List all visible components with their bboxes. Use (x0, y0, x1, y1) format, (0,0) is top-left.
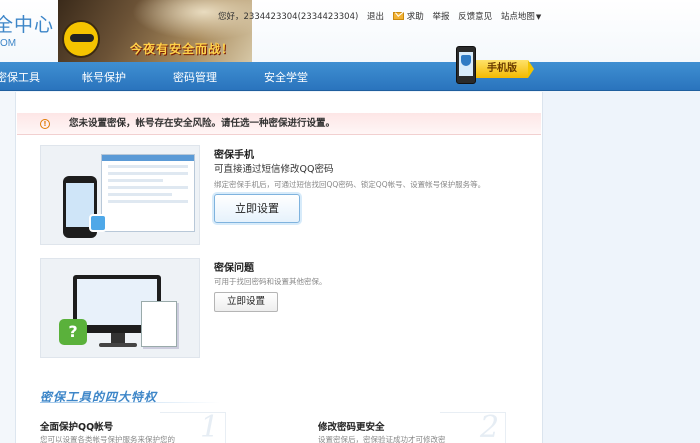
feature-number-1: 1 (200, 410, 220, 443)
nav-item-password-management[interactable]: 密码管理 (173, 69, 217, 85)
checklist-icon (141, 301, 177, 347)
warning-banner: 您未设置密保，帐号存在安全风险。请任选一种密保进行设置。 (17, 113, 541, 135)
sitemap-link[interactable]: 站点地图▼ (501, 12, 547, 22)
desktop-screen-image (101, 154, 195, 232)
secure-phone-illustration (40, 145, 200, 245)
warning-icon: ! (40, 119, 50, 129)
help-link[interactable]: 求助 (407, 12, 424, 22)
feature-desc-1: 您可以设置各类帐号保护服务来保护您的 (40, 435, 175, 443)
banner-slogan: 今夜有安全而战！ (130, 42, 235, 56)
feature-number-2: 2 (480, 410, 500, 443)
shield-icon (461, 55, 471, 66)
chevron-down-icon: ▼ (535, 13, 542, 21)
logout-link[interactable]: 退出 (367, 12, 384, 22)
set-secure-phone-button[interactable]: 立即设置 (214, 194, 300, 223)
nav-item-security-school[interactable]: 安全学堂 (264, 69, 308, 85)
set-secure-question-button[interactable]: 立即设置 (214, 292, 278, 312)
user-greeting: 您好，2334423304(2334423304) (218, 12, 359, 22)
nav-item-security-tools[interactable]: 密保工具 (0, 69, 40, 85)
sitemap-label: 站点地图 (500, 12, 535, 22)
logo-title[interactable]: 全中心 (0, 10, 54, 37)
main-nav: 密保工具 帐号保护 密码管理 安全学堂 (0, 62, 700, 91)
feature-title-2: 修改密码更安全 (318, 422, 385, 433)
features-divider (40, 402, 220, 403)
feature-title-1: 全面保护QQ帐号 (40, 422, 114, 433)
mascot-icon (62, 20, 100, 58)
feedback-link[interactable]: 反馈意见 (458, 12, 492, 22)
header: 全中心 OM 今夜有安全而战！ 您好，2334423304(2334423304… (0, 0, 700, 62)
secure-question-illustration: ? (40, 258, 200, 358)
left-sidebar (0, 92, 16, 443)
report-link[interactable]: 举报 (432, 12, 449, 22)
feature-desc-2: 设置密保后，密保验证成功才可修改密 (318, 435, 446, 443)
secure-phone-description: 绑定密保手机后，可通过短信找回QQ密码、锁定QQ帐号、设置帐号保护服务等。 (214, 180, 486, 189)
mobile-version-label: 手机版 (476, 60, 534, 78)
logo-subtitle: OM (0, 38, 17, 49)
question-icon: ? (59, 319, 87, 345)
mail-icon[interactable] (392, 12, 404, 20)
nav-item-account-protection[interactable]: 帐号保护 (82, 69, 126, 85)
sms-icon (89, 214, 107, 232)
secure-phone-title: 密保手机 (214, 150, 254, 161)
secure-question-title: 密保问题 (214, 263, 254, 274)
secure-phone-subtitle: 可直接通过短信修改QQ密码 (214, 164, 334, 175)
warning-text: 您未设置密保，帐号存在安全风险。请任选一种密保进行设置。 (69, 118, 336, 129)
top-links: 您好，2334423304(2334423304) 退出 求助 举报 反馈意见 … (218, 10, 553, 22)
secure-question-description: 可用于找回密码和设置其他密保。 (214, 277, 327, 286)
mobile-version-badge[interactable]: 手机版 (446, 46, 534, 86)
